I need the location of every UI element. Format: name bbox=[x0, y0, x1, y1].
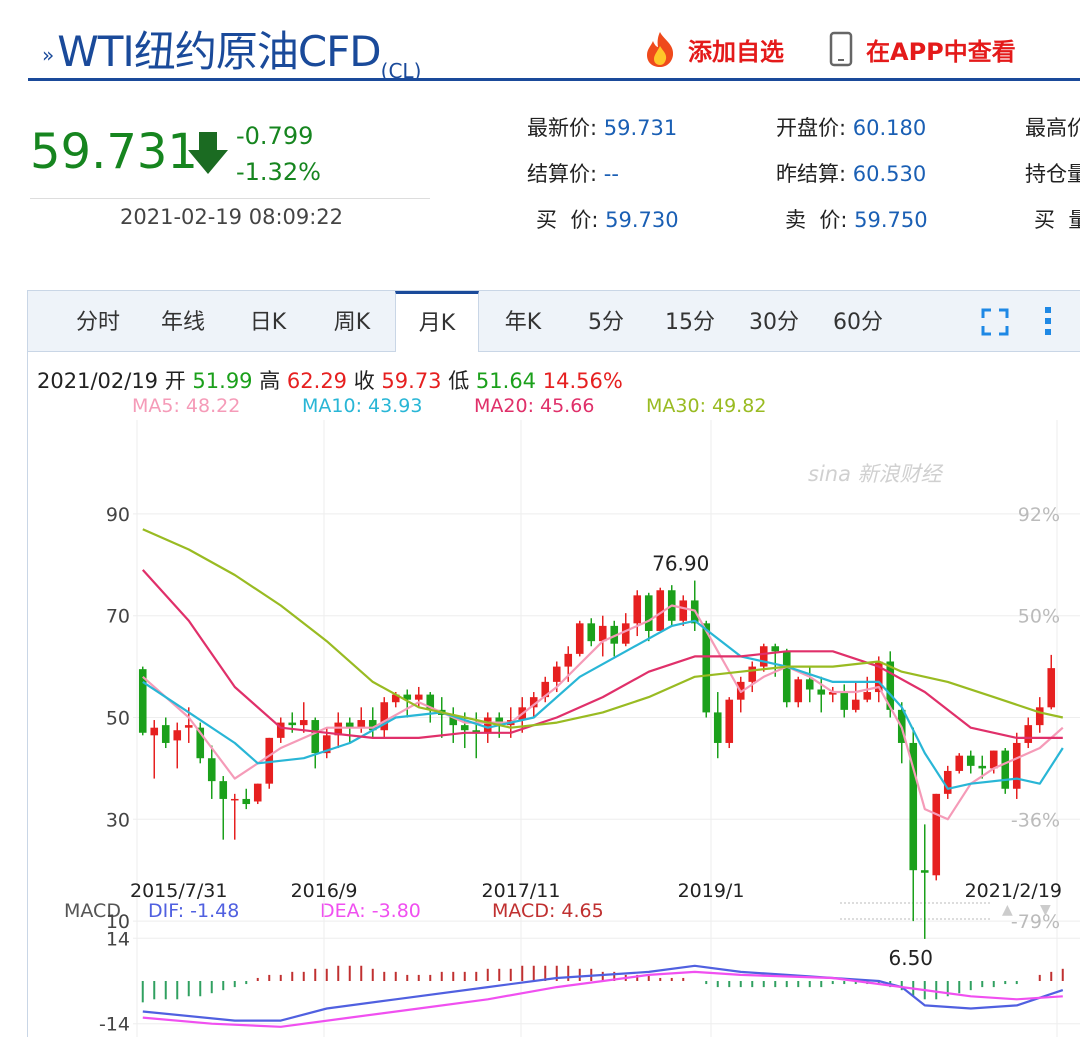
candle-body bbox=[1047, 668, 1056, 708]
candle-body bbox=[564, 653, 573, 667]
candle-body bbox=[207, 758, 216, 782]
axis-labels: 907050301092%50%-36%-79%2015/7/31 2016/9 2… bbox=[99, 504, 1062, 1036]
candle-body bbox=[725, 699, 734, 743]
candlestick-chart: 907050301092%50%-36%-79%2015/7/31 2016/9 2… bbox=[99, 420, 1080, 1037]
y-tick-label: 50 bbox=[106, 708, 130, 730]
candle-body bbox=[414, 694, 423, 700]
candle-body bbox=[587, 623, 596, 642]
candle-body bbox=[932, 793, 941, 876]
candle-body bbox=[679, 600, 688, 621]
pct-tick-label: 50% bbox=[1018, 606, 1060, 628]
x-tick-label: 2021/2/19 bbox=[965, 880, 1062, 902]
candle-body bbox=[288, 722, 297, 726]
watermark: sina 新浪财经 bbox=[808, 462, 944, 486]
moving-averages bbox=[141, 528, 1064, 821]
candle-body bbox=[299, 720, 308, 726]
chart-grid bbox=[133, 420, 1080, 1037]
candle-body bbox=[483, 717, 492, 733]
macd-histogram bbox=[141, 965, 1064, 1003]
candle-body bbox=[1024, 725, 1033, 743]
candle-body bbox=[1012, 742, 1021, 789]
candle-body bbox=[357, 720, 366, 728]
candle-body bbox=[805, 679, 814, 690]
macd-tick-label: -14 bbox=[99, 1014, 130, 1036]
candle-body bbox=[161, 725, 170, 743]
candle-body bbox=[920, 870, 929, 873]
x-tick-label: 2015/7/31 bbox=[130, 880, 227, 902]
candle-body bbox=[575, 623, 584, 654]
x-tick-label: 2016/9 bbox=[291, 880, 358, 902]
extreme-label: 76.90 bbox=[652, 552, 709, 576]
candle-body bbox=[460, 725, 469, 731]
x-tick-label: 2019/1 bbox=[678, 880, 745, 902]
candle-body bbox=[748, 666, 757, 682]
macd-tick-label: 14 bbox=[106, 928, 130, 950]
candle-body bbox=[817, 689, 826, 695]
candle-body bbox=[184, 725, 193, 728]
candle-body bbox=[840, 692, 849, 710]
candle-body bbox=[713, 712, 722, 743]
candle-body bbox=[1001, 750, 1010, 789]
candle-body bbox=[759, 646, 768, 667]
candle-body bbox=[966, 755, 975, 766]
y-tick-label: 90 bbox=[106, 504, 130, 526]
candle-body bbox=[1035, 707, 1044, 726]
pct-tick-label: -79% bbox=[1011, 911, 1060, 933]
candle-body bbox=[173, 730, 182, 741]
candle-body bbox=[621, 623, 630, 644]
candle-body bbox=[150, 727, 159, 736]
candle-body bbox=[794, 679, 803, 703]
candle-body bbox=[219, 781, 228, 799]
candles bbox=[138, 580, 1056, 939]
candle-body bbox=[782, 651, 791, 703]
candle-body bbox=[633, 595, 642, 624]
candle-body bbox=[851, 699, 860, 710]
candle-body bbox=[644, 595, 653, 631]
y-tick-label: 70 bbox=[106, 606, 130, 628]
y-tick-label: 30 bbox=[106, 809, 130, 831]
pct-tick-label: -36% bbox=[1011, 809, 1060, 831]
candle-body bbox=[863, 692, 872, 700]
candle-body bbox=[771, 646, 780, 652]
x-tick-label: 2017/11 bbox=[482, 880, 561, 902]
candle-body bbox=[311, 720, 320, 754]
pct-tick-label: 92% bbox=[1018, 504, 1060, 526]
extreme-label: 6.50 bbox=[888, 946, 933, 970]
candle-body bbox=[989, 750, 998, 769]
candle-body bbox=[253, 783, 262, 802]
candle-body bbox=[955, 755, 964, 771]
candle-body bbox=[943, 770, 952, 794]
candle-body bbox=[978, 765, 987, 769]
candle-body bbox=[230, 798, 239, 801]
candle-body bbox=[552, 666, 561, 682]
candle-body bbox=[242, 798, 251, 805]
